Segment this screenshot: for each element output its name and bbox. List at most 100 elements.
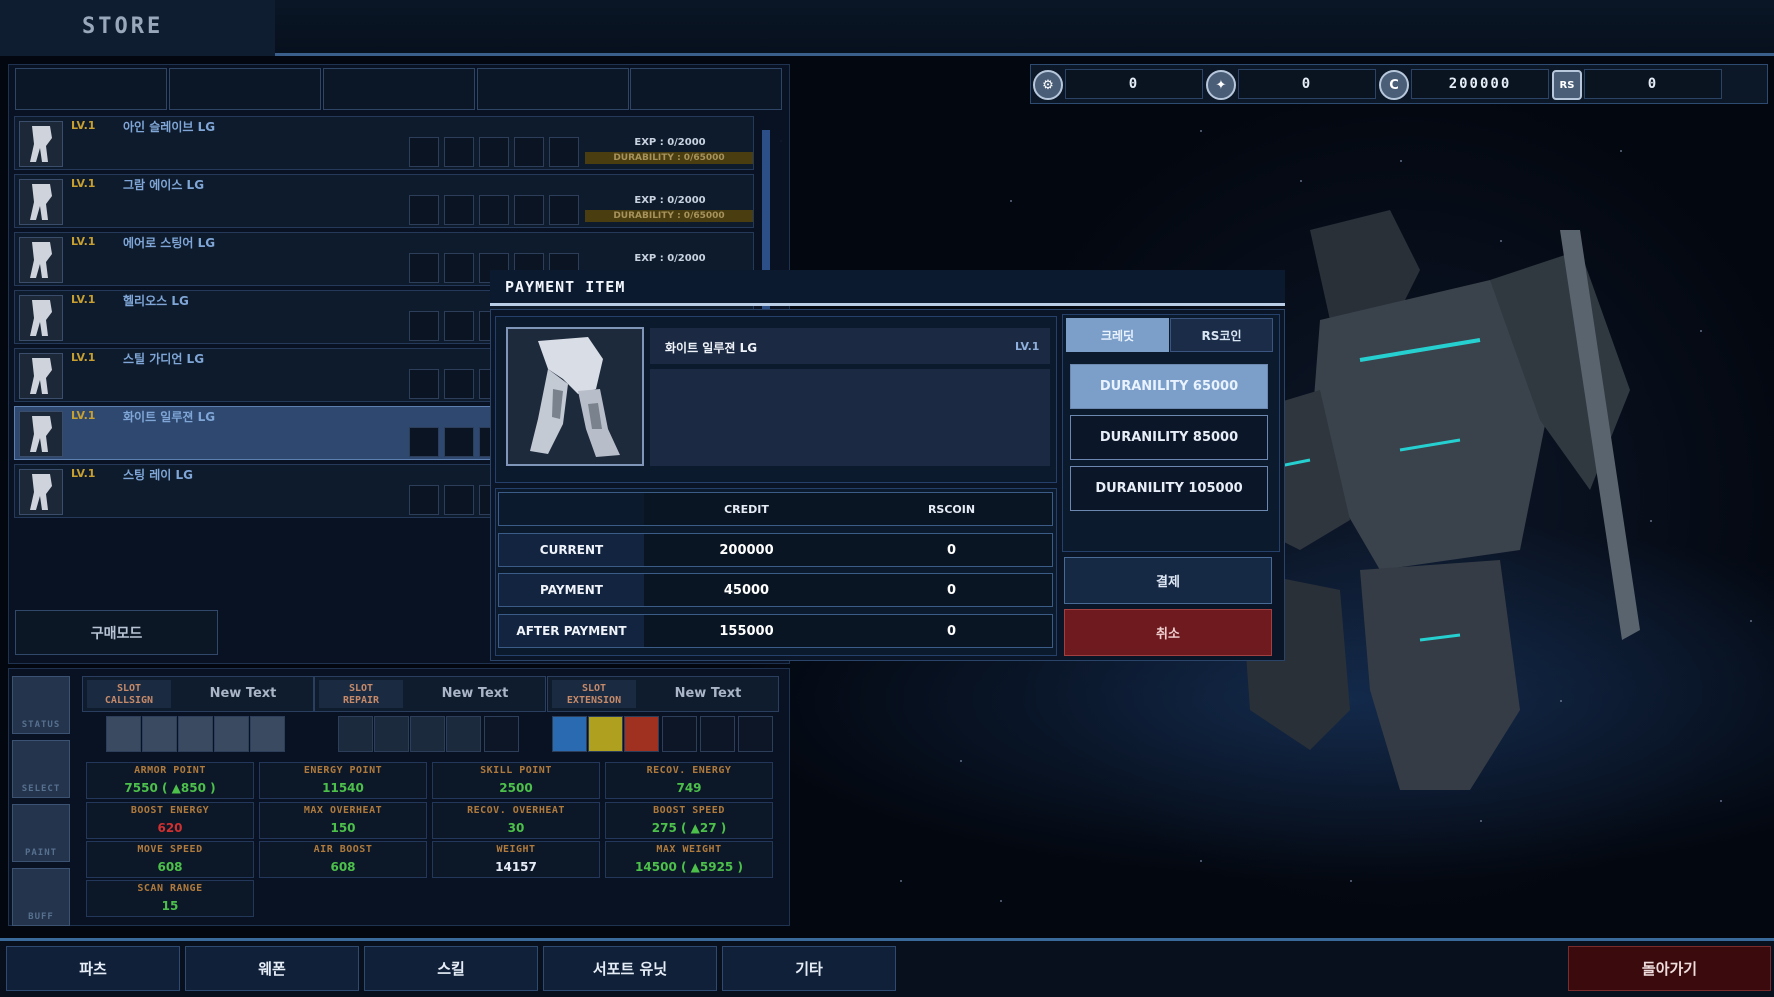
cancel-button[interactable]: 취소 <box>1064 609 1272 656</box>
mech-leg-thumbnail-icon <box>19 353 63 399</box>
stat-box: MOVE SPEED 608 <box>86 841 254 878</box>
equipment-slot[interactable] <box>142 716 177 752</box>
equipment-slot[interactable] <box>588 716 623 752</box>
mech-leg-thumbnail-icon <box>19 237 63 283</box>
stat-box: MAX OVERHEAT 150 <box>259 802 427 839</box>
stat-label: SKILL POINT <box>480 765 552 776</box>
equipment-slot[interactable] <box>484 716 519 752</box>
item-durability: DURABILITY : 0/65000 <box>585 152 753 164</box>
item-slot <box>409 137 439 167</box>
equipment-slot[interactable] <box>214 716 249 752</box>
item-name: 그람 에이스 LG <box>123 178 205 192</box>
wrench-icon: ⚙ <box>1033 70 1063 100</box>
equipment-slot[interactable] <box>374 716 409 752</box>
item-slot <box>409 195 439 225</box>
tab-credit[interactable]: 크레딧 <box>1066 318 1169 352</box>
status-nav-icon[interactable]: STATUS <box>12 676 70 734</box>
equipment-slot[interactable] <box>250 716 285 752</box>
mech-leg-thumbnail-icon <box>19 295 63 341</box>
rscoin-value: 0 <box>946 582 957 598</box>
stat-value: 15 <box>161 899 179 913</box>
nav-support-unit-button[interactable]: 서포트 유닛 <box>543 946 717 991</box>
buy-mode-button[interactable]: 구매모드 <box>15 610 218 655</box>
stat-value: 608 <box>330 860 356 874</box>
durability-option-85000[interactable]: DURANILITY 85000 <box>1070 415 1268 460</box>
durability-option-65000[interactable]: DURANILITY 65000 <box>1070 364 1268 409</box>
list-item[interactable]: LV.1 아인 슬레이브 LG EXP : 0/2000 DURABILITY : 0… <box>14 116 754 170</box>
equipment-slot[interactable] <box>700 716 735 752</box>
equipment-slot[interactable] <box>106 716 141 752</box>
nav-skill-button[interactable]: 스킬 <box>364 946 538 991</box>
nav-weapon-button[interactable]: 웨폰 <box>185 946 359 991</box>
rscoin-value: 0 <box>946 623 957 639</box>
equipment-slot[interactable] <box>338 716 373 752</box>
equipment-slot[interactable] <box>178 716 213 752</box>
stat-label: AIR BOOST <box>313 844 373 855</box>
currency-value: 0 <box>1238 69 1376 99</box>
tab-rscoin[interactable]: RS코인 <box>1170 318 1273 352</box>
stat-value: 150 <box>330 821 356 835</box>
star <box>1700 330 1702 332</box>
row-label: CURRENT <box>499 534 644 566</box>
stat-box: ARMOR POINT 7550 ( ▲850 ) <box>86 762 254 799</box>
durability-option-105000[interactable]: DURANILITY 105000 <box>1070 466 1268 511</box>
column-rscoin: RSCOIN <box>927 502 976 516</box>
buff-nav-icon[interactable]: BUFF <box>12 868 70 926</box>
item-name: 에어로 스팅어 LG <box>123 236 216 250</box>
column-credit: CREDIT <box>724 502 769 516</box>
star <box>1480 820 1482 822</box>
slot-text: New Text <box>674 686 742 701</box>
rs-coin-icon: RS <box>1552 70 1582 100</box>
slot-title: SLOT EXTENSION <box>552 680 636 708</box>
item-description <box>650 369 1050 466</box>
equipment-slot[interactable] <box>410 716 445 752</box>
stat-box: RECOV. OVERHEAT 30 <box>432 802 600 839</box>
back-button[interactable]: 돌아가기 <box>1568 946 1771 991</box>
item-name: 스틸 가디언 LG <box>123 352 205 366</box>
table-header-blank <box>499 493 644 525</box>
item-slot <box>444 369 474 399</box>
star <box>1000 900 1002 902</box>
stat-label: BOOST ENERGY <box>130 805 210 816</box>
pay-button[interactable]: 결제 <box>1064 557 1272 604</box>
equipment-slot[interactable] <box>662 716 697 752</box>
filter-tab[interactable] <box>477 68 629 110</box>
item-level: LV.1 <box>71 467 96 480</box>
item-slot <box>409 253 439 283</box>
list-item[interactable]: LV.1 그람 에이스 LG EXP : 0/2000 DURABILITY : 0/… <box>14 174 754 228</box>
filter-tab[interactable] <box>323 68 475 110</box>
payment-modal-title: PAYMENT ITEM <box>505 278 626 296</box>
equipment-slot[interactable] <box>446 716 481 752</box>
equipment-slot[interactable] <box>738 716 773 752</box>
item-slot <box>514 137 544 167</box>
slot-repair-header: SLOT REPAIR New Text <box>314 676 546 712</box>
slot-callsign-header: SLOT CALLSIGN New Text <box>82 676 314 712</box>
item-slot <box>479 195 509 225</box>
credit-value: 45000 <box>723 582 770 598</box>
page-title: STORE <box>82 14 164 39</box>
item-slot <box>409 311 439 341</box>
equipment-slot[interactable] <box>552 716 587 752</box>
stat-box: SCAN RANGE 15 <box>86 880 254 917</box>
filter-tab[interactable] <box>15 68 167 110</box>
stat-label: WEIGHT <box>496 844 536 855</box>
stat-box: MAX WEIGHT 14500 ( ▲5925 ) <box>605 841 773 878</box>
nav-etc-button[interactable]: 기타 <box>722 946 896 991</box>
paint-nav-icon[interactable]: PAINT <box>12 804 70 862</box>
nav-parts-button[interactable]: 파츠 <box>6 946 180 991</box>
filter-tab[interactable] <box>169 68 321 110</box>
item-slot <box>444 311 474 341</box>
select-nav-icon[interactable]: SELECT <box>12 740 70 798</box>
star <box>1010 200 1012 202</box>
stat-value: 275 ( ▲27 ) <box>651 821 727 835</box>
row-label: PAYMENT <box>499 574 644 606</box>
item-slot <box>444 137 474 167</box>
equipment-slot[interactable] <box>624 716 659 752</box>
mech-leg-thumbnail-icon <box>19 469 63 515</box>
item-slot <box>409 369 439 399</box>
item-name: 화이트 일루젼 LG <box>123 410 216 424</box>
filter-tab[interactable] <box>630 68 782 110</box>
star <box>1350 880 1352 882</box>
slot-title: SLOT REPAIR <box>319 680 403 708</box>
credit-value: 200000 <box>719 542 774 558</box>
